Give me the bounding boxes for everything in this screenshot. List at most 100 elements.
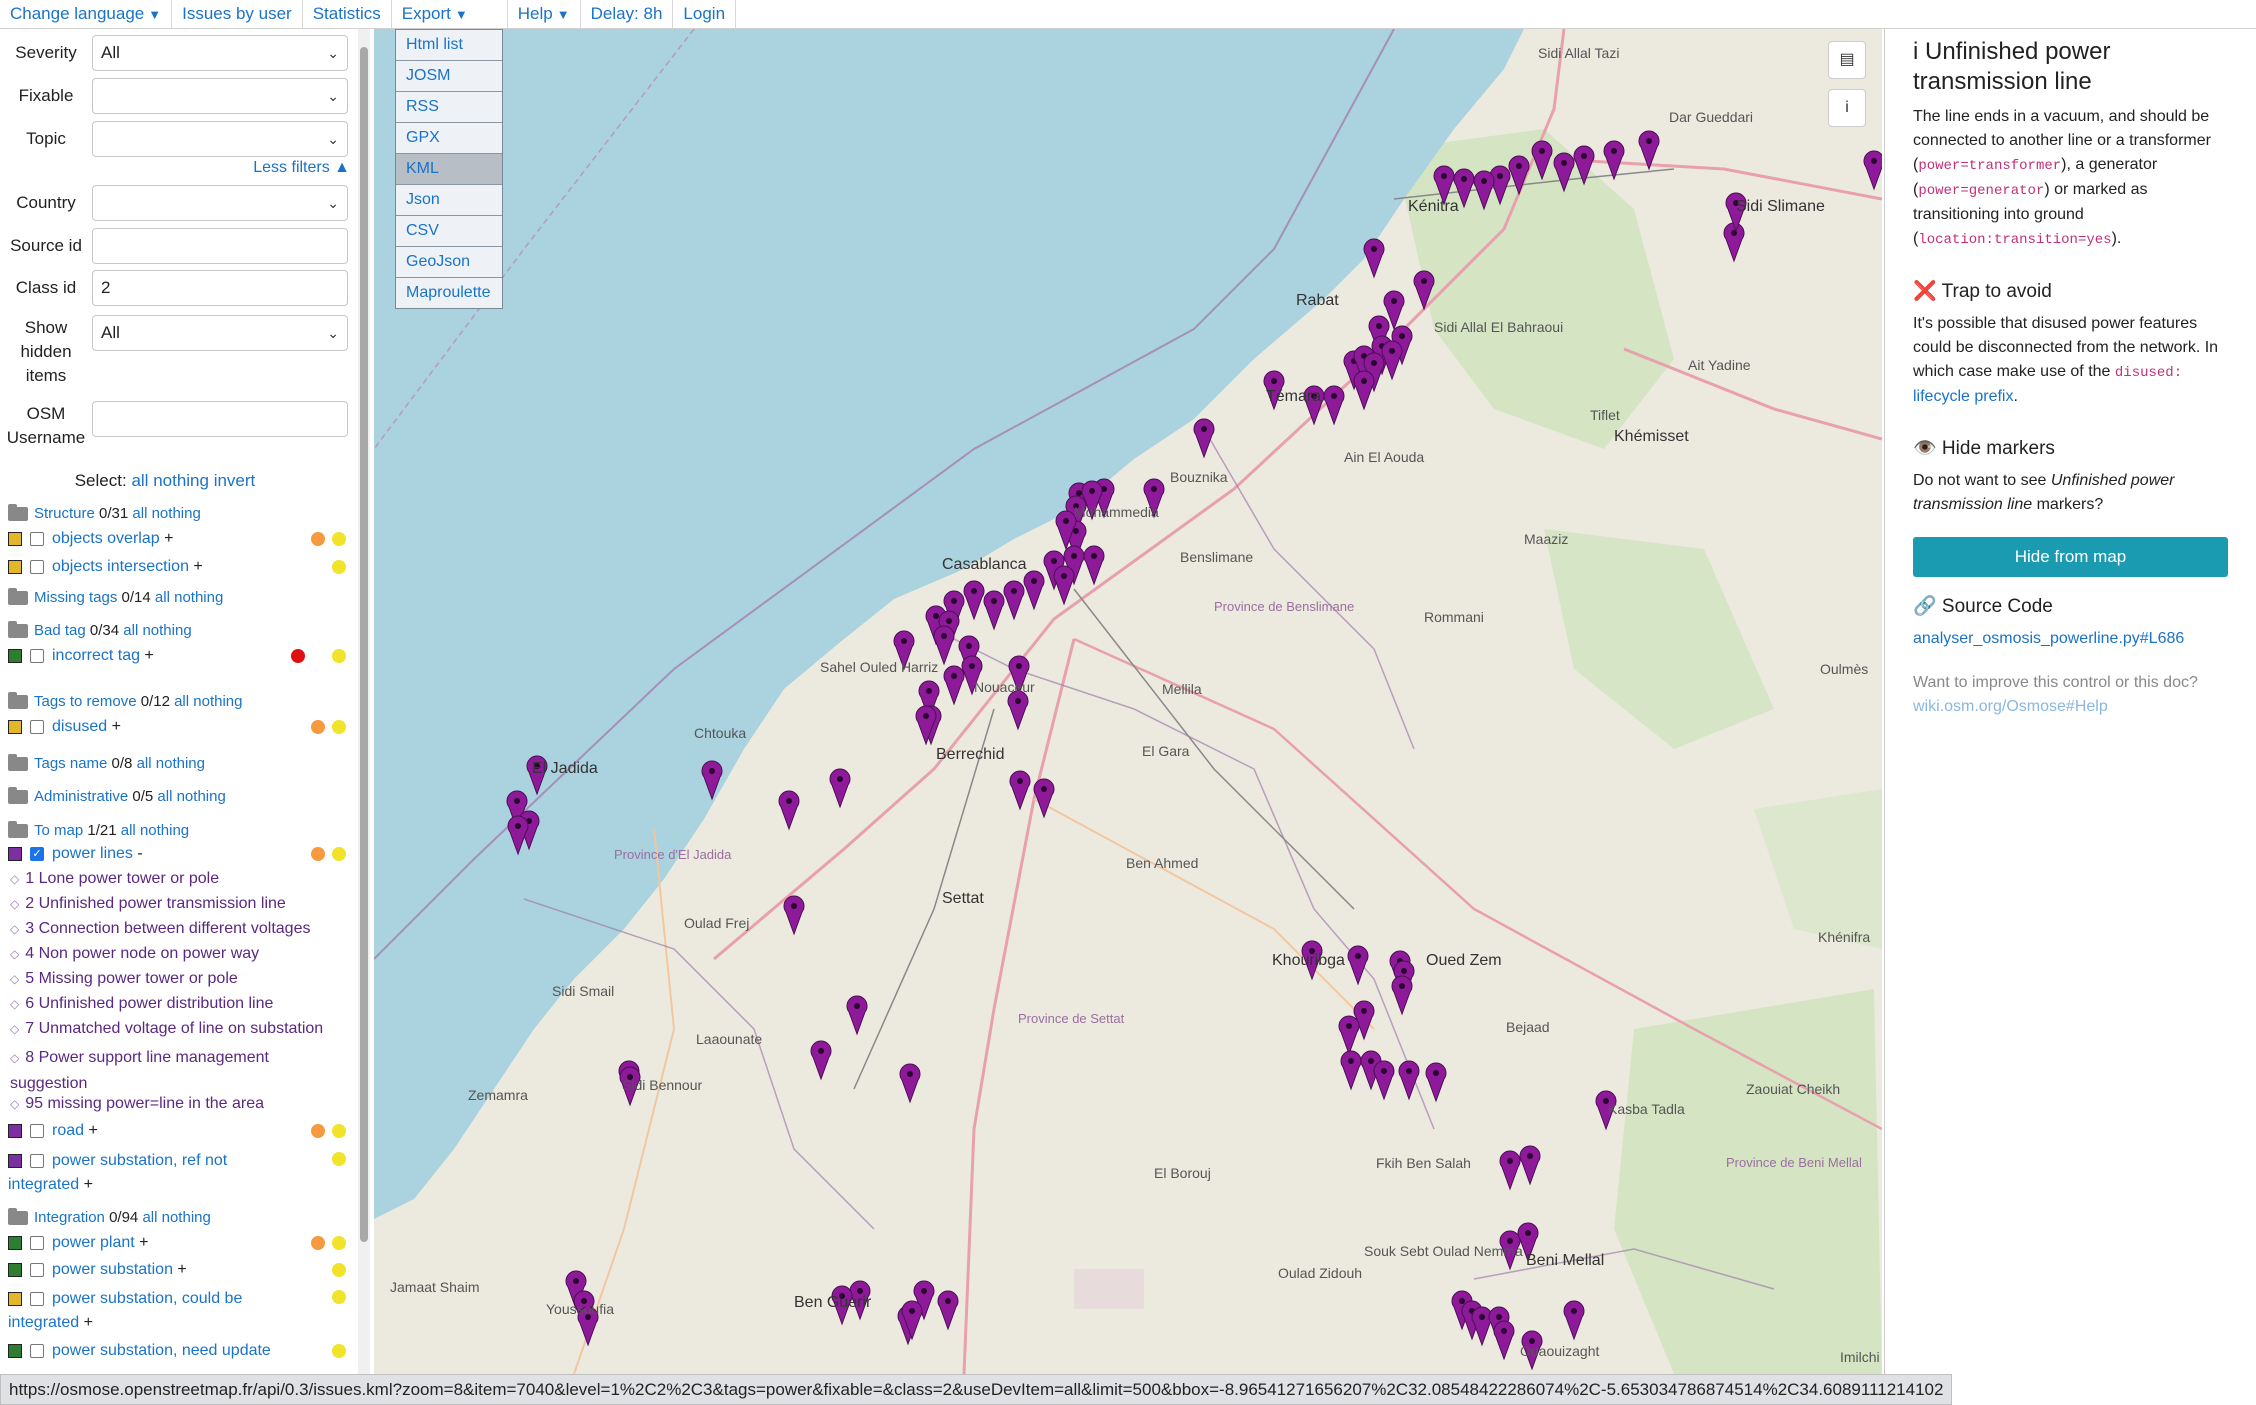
category-nothing-link[interactable]: nothing (174, 589, 223, 606)
issue-marker[interactable] (1508, 155, 1530, 196)
issue-marker[interactable] (1363, 238, 1385, 279)
export-menu[interactable]: Export ▼ (392, 0, 508, 28)
expand-toggle[interactable]: + (139, 1234, 148, 1252)
expand-toggle[interactable]: + (164, 530, 173, 548)
issue-marker[interactable] (1323, 385, 1345, 426)
lifecycle-prefix-link[interactable]: lifecycle prefix (1913, 388, 2013, 405)
category-link[interactable]: To map (34, 822, 83, 839)
wiki-help-link[interactable]: wiki.osm.org/Osmose#Help (1913, 698, 2108, 715)
issue-marker[interactable] (1519, 1145, 1541, 1186)
export-json[interactable]: Json (396, 185, 502, 216)
category-all-link[interactable]: all (123, 622, 138, 639)
issue-marker[interactable] (899, 1063, 921, 1104)
issue-marker[interactable] (1553, 152, 1575, 193)
expand-toggle[interactable]: + (193, 558, 202, 576)
issue-marker[interactable] (1009, 770, 1031, 811)
issue-marker[interactable] (1413, 270, 1435, 311)
power-class-5[interactable]: ◇ 5 Missing power tower or pole (10, 970, 238, 988)
item-link[interactable]: road (52, 1122, 84, 1140)
issue-marker[interactable] (507, 815, 529, 856)
issue-marker[interactable] (1083, 545, 1105, 586)
item-link[interactable]: power substation (52, 1261, 173, 1279)
scrollbar-thumb[interactable] (360, 47, 368, 1242)
issue-marker[interactable] (1398, 1060, 1420, 1101)
class-id-input[interactable]: 2 (92, 270, 348, 306)
category-nothing-link[interactable]: nothing (142, 622, 191, 639)
source-code-link[interactable]: analyser_osmosis_powerline.py#L686 (1913, 630, 2184, 647)
issue-marker[interactable] (778, 790, 800, 831)
issue-marker[interactable] (1003, 580, 1025, 621)
layers-icon[interactable]: ▤ (1828, 41, 1866, 79)
item-checkbox[interactable] (30, 1236, 44, 1250)
hide-from-map-button[interactable]: Hide from map (1913, 537, 2228, 577)
category-link[interactable]: Tags to remove (34, 693, 137, 710)
power-class-7[interactable]: ◇ 7 Unmatched voltage of line on substati… (10, 1020, 323, 1038)
power-class-95[interactable]: ◇ 95 missing power=line in the area (10, 1095, 264, 1113)
expand-toggle[interactable]: + (84, 1314, 93, 1331)
item-checkbox[interactable]: ✓ (30, 847, 44, 861)
issue-marker[interactable] (701, 760, 723, 801)
export-rss[interactable]: RSS (396, 92, 502, 123)
item-checkbox[interactable] (30, 1344, 44, 1358)
severity-select[interactable]: All ⌄ (92, 35, 348, 71)
help-menu[interactable]: Help ▼ (508, 0, 581, 28)
category-link[interactable]: Bad tag (34, 622, 86, 639)
power-class-8[interactable]: ◇ 8 Power support line management suggest… (10, 1045, 330, 1096)
issue-marker[interactable] (829, 768, 851, 809)
item-link[interactable]: disused (52, 718, 107, 736)
issue-marker[interactable] (1347, 945, 1369, 986)
export-maproulette[interactable]: Maproulette (396, 278, 502, 308)
issue-marker[interactable] (1381, 340, 1403, 381)
item-link[interactable]: power lines (52, 845, 133, 863)
item-checkbox[interactable] (30, 560, 44, 574)
issue-marker[interactable] (846, 995, 868, 1036)
item-checkbox[interactable] (30, 1153, 44, 1168)
issue-marker[interactable] (937, 1290, 959, 1331)
issue-marker[interactable] (810, 1040, 832, 1081)
export-kml[interactable]: KML (396, 154, 502, 185)
category-all-link[interactable]: all (174, 693, 189, 710)
item-link[interactable]: objects intersection (52, 558, 189, 576)
category-link[interactable]: Missing tags (34, 589, 117, 606)
issue-marker[interactable] (1007, 690, 1029, 731)
category-all-link[interactable]: all (142, 1209, 157, 1226)
power-class-2[interactable]: ◇ 2 Unfinished power transmission line (10, 895, 286, 913)
issue-marker[interactable] (1499, 1150, 1521, 1191)
issue-marker[interactable] (783, 895, 805, 936)
item-link[interactable]: power substation, need update (52, 1342, 271, 1360)
category-all-link[interactable]: all (157, 788, 172, 805)
issue-marker[interactable] (963, 580, 985, 621)
filter-panel-scrollbar[interactable] (358, 29, 370, 1374)
issues-by-user-link[interactable]: Issues by user (172, 0, 303, 28)
issue-marker[interactable] (1373, 1060, 1395, 1101)
issue-marker[interactable] (983, 590, 1005, 631)
change-language-menu[interactable]: Change language ▼ (0, 0, 173, 28)
category-link[interactable]: Integration (34, 1209, 105, 1226)
power-class-3[interactable]: ◇ 3 Connection between different voltages (10, 920, 310, 938)
item-link[interactable]: objects overlap (52, 530, 160, 548)
category-nothing-link[interactable]: nothing (177, 788, 226, 805)
category-link[interactable]: Tags name (34, 755, 107, 772)
export-geojson[interactable]: GeoJson (396, 247, 502, 278)
statistics-link[interactable]: Statistics (303, 0, 392, 28)
collapse-toggle[interactable]: - (137, 845, 142, 863)
show-hidden-select[interactable]: All ⌄ (92, 315, 348, 351)
select-nothing-link[interactable]: nothing (153, 471, 209, 490)
category-nothing-link[interactable]: nothing (156, 755, 205, 772)
category-all-link[interactable]: all (155, 589, 170, 606)
power-class-1[interactable]: ◇ 1 Lone power tower or pole (10, 870, 219, 888)
category-all-link[interactable]: all (137, 755, 152, 772)
issue-marker[interactable] (943, 665, 965, 706)
issue-marker[interactable] (1493, 1320, 1515, 1361)
category-link[interactable]: Administrative (34, 788, 128, 805)
issue-marker[interactable] (1053, 565, 1075, 606)
category-all-link[interactable]: all (132, 505, 147, 522)
item-checkbox[interactable] (30, 1124, 44, 1138)
expand-toggle[interactable]: + (84, 1176, 93, 1193)
delay-selector[interactable]: Delay: 8h (581, 0, 674, 28)
login-link[interactable]: Login (673, 0, 737, 28)
category-nothing-link[interactable]: nothing (162, 1209, 211, 1226)
export-html-list[interactable]: Html list (396, 30, 502, 61)
issue-marker[interactable] (1023, 570, 1045, 611)
issue-marker[interactable] (1391, 975, 1413, 1016)
